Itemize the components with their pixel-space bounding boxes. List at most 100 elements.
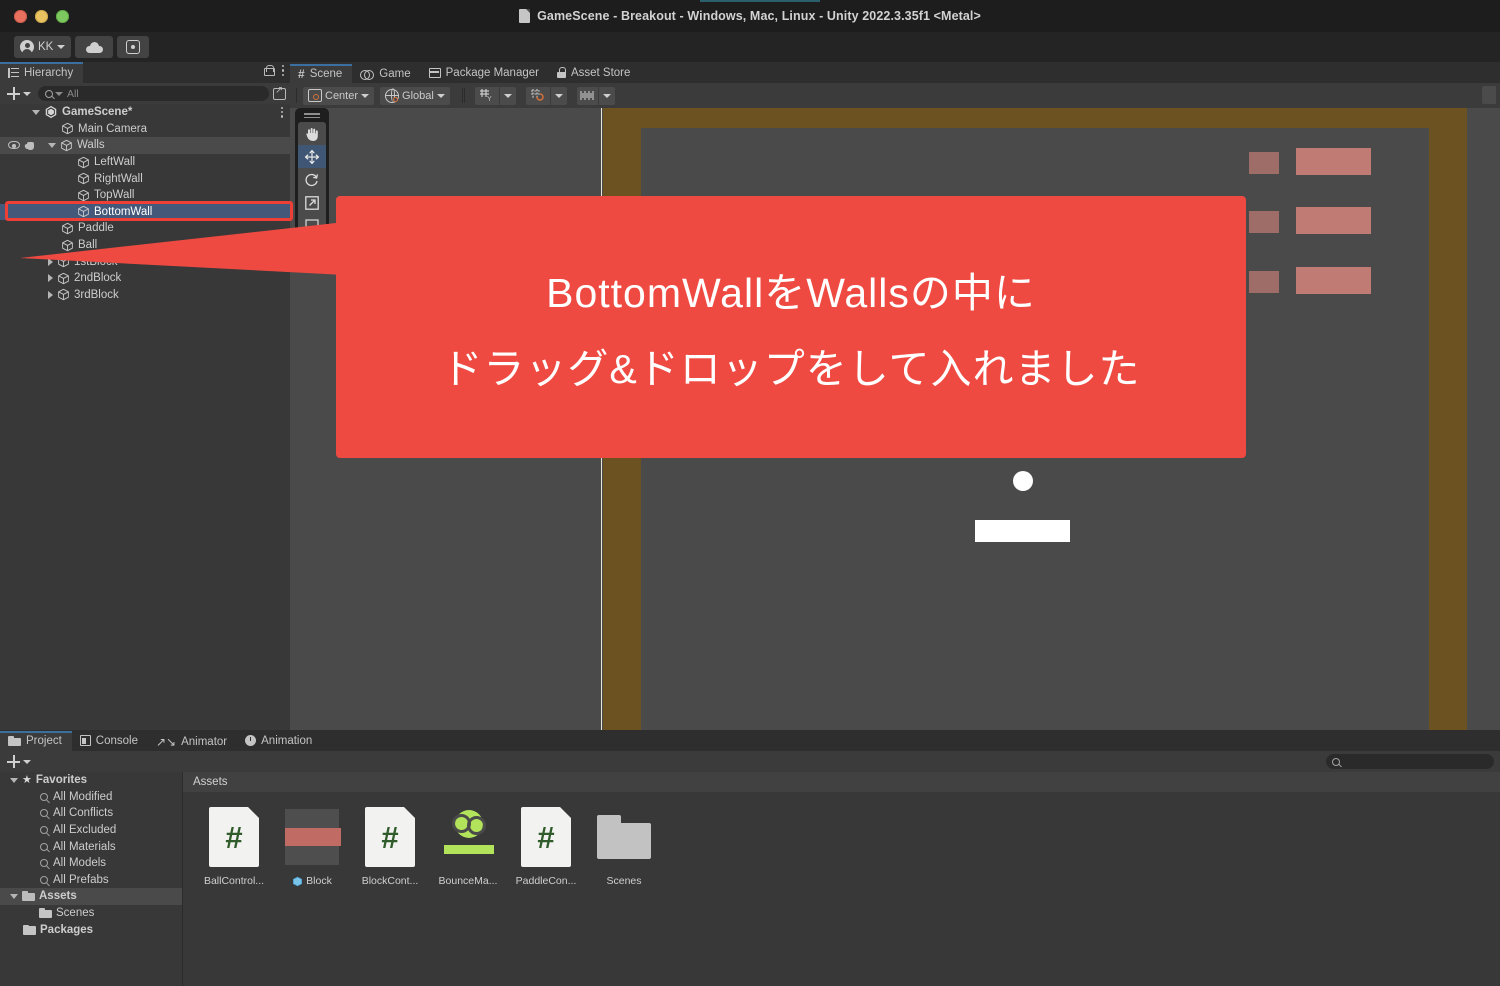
fold-arrow-expanded-icon[interactable] bbox=[10, 893, 18, 899]
space-mode-dropdown[interactable]: Global bbox=[380, 86, 450, 105]
asset-item-blockcont[interactable]: # BlockCont... bbox=[351, 806, 429, 887]
hierarchy-row-gamescene[interactable]: GameScene* bbox=[0, 104, 290, 121]
transform-tool[interactable] bbox=[298, 240, 326, 263]
asset-item-ballcontrol[interactable]: # BallControl... bbox=[195, 806, 273, 887]
scene-toolbar-overflow-button[interactable] bbox=[1482, 86, 1496, 104]
grid-snap-group[interactable] bbox=[525, 86, 567, 105]
project-tabbar[interactable]: Project Console ↗↘ Animator Animation bbox=[0, 730, 1500, 753]
hierarchy-row-label: 1stBlock bbox=[74, 255, 118, 268]
fold-arrow-expanded-icon[interactable] bbox=[10, 777, 18, 783]
hierarchy-row-3rdblock[interactable]: 3rdBlock bbox=[0, 287, 290, 304]
top-wall[interactable] bbox=[603, 108, 1467, 128]
tab-package-manager[interactable]: Package Manager bbox=[421, 63, 549, 84]
tab-hierarchy[interactable]: Hierarchy bbox=[0, 62, 84, 83]
hierarchy-row-leftwall[interactable]: LeftWall bbox=[0, 154, 290, 171]
project-tree-row-all-models[interactable]: All Models bbox=[0, 855, 182, 872]
asset-item-scenes[interactable]: Scenes bbox=[585, 806, 663, 887]
search-icon bbox=[39, 809, 49, 818]
project-tree-row-all-conflicts[interactable]: All Conflicts bbox=[0, 805, 182, 822]
view-hand-tool[interactable] bbox=[298, 122, 326, 145]
hierarchy-highlight-rect bbox=[5, 201, 293, 221]
grid-visibility-dropdown[interactable] bbox=[498, 86, 516, 105]
project-tree-row-all-materials[interactable]: All Materials bbox=[0, 838, 182, 855]
assets-grid[interactable]: # BallControl... Block # BlockCont... BounceM… bbox=[183, 792, 1500, 887]
hierarchy-search-input[interactable]: All bbox=[38, 86, 269, 101]
rect-tool[interactable] bbox=[298, 214, 326, 237]
tab-game[interactable]: Game bbox=[352, 64, 420, 85]
tools-drag-handle[interactable] bbox=[304, 112, 320, 119]
grid-snap-icon[interactable] bbox=[525, 86, 550, 105]
rotate-tool[interactable] bbox=[298, 168, 326, 191]
hierarchy-row-walls[interactable]: Walls bbox=[0, 137, 290, 154]
gameobject-cube-icon bbox=[61, 222, 74, 235]
asset-item-bouncema[interactable]: BounceMa... bbox=[429, 806, 507, 887]
scene-tools-palette[interactable] bbox=[295, 108, 329, 267]
paddle-object[interactable] bbox=[975, 520, 1070, 542]
block-r1-c2[interactable] bbox=[1296, 148, 1371, 175]
asset-item-paddlecon[interactable]: # PaddleCon... bbox=[507, 806, 585, 887]
pickability-hand-icon[interactable] bbox=[25, 140, 36, 151]
fold-arrow-expanded-icon[interactable] bbox=[48, 142, 56, 148]
grid-snap-dropdown[interactable] bbox=[549, 86, 567, 105]
hierarchy-add-button[interactable] bbox=[4, 87, 34, 100]
toolbar-divider bbox=[296, 88, 297, 103]
tab-console[interactable]: Console bbox=[72, 730, 148, 751]
project-tree-row-assets[interactable]: Assets bbox=[0, 888, 182, 905]
visibility-toggles[interactable] bbox=[8, 140, 36, 151]
scene-toolbar: Center Global Y bbox=[290, 83, 1500, 108]
grid-scale-group[interactable] bbox=[576, 86, 615, 105]
project-tree-row-all-modified[interactable]: All Modified bbox=[0, 789, 182, 806]
account-button[interactable]: KK bbox=[14, 36, 72, 58]
scale-tool[interactable] bbox=[298, 191, 326, 214]
block-r2-c1[interactable] bbox=[1249, 211, 1279, 233]
tab-asset-store[interactable]: Asset Store bbox=[549, 62, 640, 83]
project-add-button[interactable] bbox=[4, 755, 34, 768]
hierarchy-row-rightwall[interactable]: RightWall bbox=[0, 170, 290, 187]
hierarchy-tab-actions[interactable] bbox=[263, 65, 284, 77]
pivot-mode-dropdown[interactable]: Center bbox=[303, 86, 375, 105]
block-r3-c2[interactable] bbox=[1296, 267, 1371, 294]
services-button[interactable] bbox=[117, 36, 150, 58]
hierarchy-row-1stblock[interactable]: 1stBlock bbox=[0, 253, 290, 270]
scene-context-menu-icon[interactable] bbox=[280, 106, 283, 118]
physics-material-icon bbox=[441, 806, 495, 868]
project-tree-row-all-prefabs[interactable]: All Prefabs bbox=[0, 872, 182, 889]
grid-scale-dropdown[interactable] bbox=[597, 86, 615, 105]
lock-icon[interactable] bbox=[263, 65, 275, 77]
tab-animator[interactable]: ↗↘ Animator bbox=[148, 732, 237, 753]
grid-visibility-icon[interactable]: Y bbox=[474, 86, 499, 105]
block-r1-c1[interactable] bbox=[1249, 152, 1279, 174]
block-r3-c1[interactable] bbox=[1249, 271, 1279, 293]
project-assets-pane[interactable]: Assets # BallControl... Block # BlockCont...… bbox=[182, 772, 1500, 986]
cloud-button[interactable] bbox=[75, 36, 114, 58]
tab-scene[interactable]: # Scene bbox=[290, 63, 353, 85]
tab-animation[interactable]: Animation bbox=[237, 730, 322, 751]
right-wall[interactable] bbox=[1429, 108, 1467, 730]
kebab-menu-icon[interactable] bbox=[281, 65, 284, 77]
fold-arrow-collapsed-icon[interactable] bbox=[48, 274, 53, 283]
project-tree-row-all-excluded[interactable]: All Excluded bbox=[0, 822, 182, 839]
eye-icon[interactable] bbox=[8, 141, 20, 150]
grid-visibility-group[interactable]: Y bbox=[474, 86, 516, 105]
move-tool[interactable] bbox=[298, 145, 326, 168]
hierarchy-row-2ndblock[interactable]: 2ndBlock bbox=[0, 270, 290, 287]
hierarchy-row-ball[interactable]: Ball bbox=[0, 237, 290, 254]
gameobject-cube-icon bbox=[77, 172, 90, 185]
scene-tabbar[interactable]: # Scene Game Package Manager Asset Store bbox=[290, 62, 1500, 85]
project-search-input[interactable] bbox=[1326, 754, 1494, 769]
project-tree-row-scenes[interactable]: Scenes bbox=[0, 905, 182, 922]
block-r2-c2[interactable] bbox=[1296, 207, 1371, 234]
grid-scale-icon[interactable] bbox=[576, 86, 598, 105]
fold-arrow-expanded-icon[interactable] bbox=[32, 109, 40, 115]
ball-object[interactable] bbox=[1013, 471, 1033, 491]
project-tree-row-favorites[interactable]: ★ Favorites bbox=[0, 772, 182, 789]
fold-arrow-collapsed-icon[interactable] bbox=[48, 290, 53, 299]
project-tree[interactable]: ★ Favorites All Modified All Conflicts All E… bbox=[0, 772, 182, 986]
asset-item-block[interactable]: Block bbox=[273, 806, 351, 887]
hierarchy-row-maincamera[interactable]: Main Camera bbox=[0, 121, 290, 138]
hierarchy-row-paddle[interactable]: Paddle bbox=[0, 220, 290, 237]
tab-project[interactable]: Project bbox=[0, 730, 72, 752]
expand-icon[interactable] bbox=[273, 85, 286, 100]
fold-arrow-collapsed-icon[interactable] bbox=[48, 257, 53, 266]
project-tree-row-packages[interactable]: Packages bbox=[0, 921, 182, 938]
